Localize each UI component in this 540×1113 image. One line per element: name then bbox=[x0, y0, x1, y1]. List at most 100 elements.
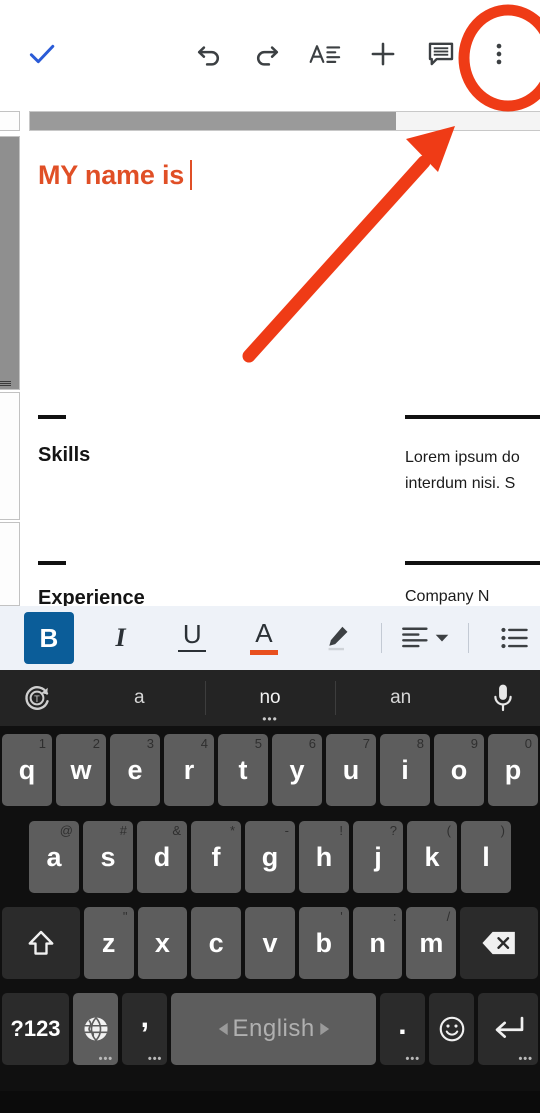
text-format-icon bbox=[309, 45, 341, 63]
horizontal-scrollbar[interactable] bbox=[0, 110, 540, 132]
key-c[interactable]: c bbox=[191, 907, 242, 979]
key-h-alt: ! bbox=[339, 823, 343, 838]
vertical-scroll-track-upper[interactable] bbox=[0, 392, 20, 520]
key-f[interactable]: * f bbox=[191, 821, 241, 893]
key-d-label: d bbox=[153, 841, 171, 872]
suggestion-item-3[interactable]: an bbox=[335, 670, 466, 726]
key-w-label: w bbox=[70, 754, 92, 785]
key-r[interactable]: 4 r bbox=[164, 734, 214, 806]
toolbar-divider-2 bbox=[467, 623, 469, 653]
key-i[interactable]: 8 i bbox=[380, 734, 430, 806]
right-body-line-3-clipped: Company N bbox=[405, 587, 540, 606]
document-canvas[interactable]: MY name is Skills Lorem ipsum do interdu… bbox=[22, 132, 540, 606]
key-u[interactable]: 7 u bbox=[326, 734, 376, 806]
key-period[interactable]: . ••• bbox=[379, 993, 426, 1065]
key-k-alt: ( bbox=[446, 823, 451, 838]
keyboard-row-1: 1 q 2 w 3 e 4 r 5 t 6 y 7 u 8 i 9 o 0 p bbox=[0, 726, 540, 814]
document-title-text[interactable]: MY name is bbox=[38, 160, 193, 191]
key-v[interactable]: v bbox=[245, 907, 295, 979]
section-heading-skills: Skills bbox=[38, 444, 91, 466]
key-o[interactable]: 9 o bbox=[434, 734, 484, 806]
suggestion-divider-right bbox=[335, 681, 337, 715]
key-enter[interactable]: ••• bbox=[478, 993, 539, 1065]
vertical-scroll-thumb[interactable] bbox=[0, 136, 20, 390]
key-l[interactable]: ) l bbox=[461, 821, 511, 893]
key-language-more-icon: ••• bbox=[98, 1053, 114, 1065]
text-color-button[interactable]: A bbox=[239, 612, 289, 664]
key-j-alt: ? bbox=[389, 823, 397, 838]
key-j[interactable]: ? j bbox=[353, 821, 403, 893]
globe-icon bbox=[84, 1017, 108, 1042]
redo-button[interactable] bbox=[238, 25, 296, 83]
key-b-label: b bbox=[315, 927, 333, 958]
key-x[interactable]: x bbox=[137, 907, 188, 979]
key-symbols[interactable]: ?123 bbox=[2, 993, 69, 1065]
key-s-alt: # bbox=[119, 823, 127, 838]
format-toolbar: B I U A bbox=[0, 606, 540, 670]
confirm-button[interactable] bbox=[0, 37, 84, 71]
key-w[interactable]: 2 w bbox=[56, 734, 106, 806]
key-e[interactable]: 3 e bbox=[110, 734, 160, 806]
suggestion-item-2[interactable]: no ••• bbox=[204, 670, 336, 726]
key-p[interactable]: 0 p bbox=[488, 734, 538, 806]
comment-button[interactable] bbox=[412, 25, 470, 83]
key-v-label: v bbox=[262, 927, 278, 958]
chevron-down-icon bbox=[436, 634, 449, 642]
key-y[interactable]: 6 y bbox=[272, 734, 322, 806]
key-enter-more-icon: ••• bbox=[518, 1053, 534, 1065]
undo-button[interactable] bbox=[180, 25, 238, 83]
space-next-arrow-icon bbox=[320, 1022, 329, 1036]
align-button[interactable] bbox=[395, 612, 455, 664]
key-s[interactable]: # s bbox=[83, 821, 133, 893]
key-s-label: s bbox=[100, 841, 116, 872]
key-g[interactable]: - g bbox=[245, 821, 295, 893]
experience-rule bbox=[38, 561, 66, 565]
key-space[interactable]: English bbox=[171, 993, 376, 1065]
key-t[interactable]: 5 t bbox=[218, 734, 268, 806]
key-comma-more-icon: ••• bbox=[147, 1053, 163, 1065]
key-comma[interactable]: , ••• bbox=[122, 993, 168, 1065]
key-d[interactable]: & d bbox=[137, 821, 187, 893]
horizontal-scroll-track[interactable] bbox=[29, 111, 540, 131]
key-b-alt: ' bbox=[340, 909, 343, 924]
key-q[interactable]: 1 q bbox=[2, 734, 52, 806]
format-button[interactable] bbox=[296, 25, 354, 83]
key-u-alt: 7 bbox=[362, 736, 370, 751]
key-m[interactable]: / m bbox=[406, 907, 457, 979]
key-b[interactable]: ' b bbox=[298, 907, 349, 979]
backspace-icon bbox=[482, 931, 515, 955]
voice-input-button[interactable] bbox=[466, 683, 540, 713]
key-shift[interactable] bbox=[2, 907, 80, 979]
suggestion-item-1[interactable]: a bbox=[74, 670, 205, 726]
system-navigation-bar bbox=[0, 1091, 540, 1113]
translate-button[interactable]: T bbox=[0, 683, 74, 713]
key-r-alt: 4 bbox=[200, 736, 208, 751]
key-language[interactable]: ••• bbox=[72, 993, 119, 1065]
right-rule-1 bbox=[405, 415, 540, 419]
key-a-label: a bbox=[46, 841, 62, 872]
key-n[interactable]: : n bbox=[352, 907, 403, 979]
key-h[interactable]: ! h bbox=[299, 821, 349, 893]
key-e-alt: 3 bbox=[146, 736, 154, 751]
horizontal-scroll-thumb[interactable] bbox=[30, 112, 396, 130]
bulleted-list-icon bbox=[501, 627, 528, 649]
section-heading-experience-clipped: Experience bbox=[38, 587, 278, 606]
key-k[interactable]: ( k bbox=[407, 821, 457, 893]
key-a[interactable]: @ a bbox=[29, 821, 79, 893]
scroll-grip-icon bbox=[0, 380, 11, 388]
bullet-list-button[interactable] bbox=[490, 612, 540, 664]
bold-button[interactable]: B bbox=[24, 612, 74, 664]
key-k-label: k bbox=[424, 841, 440, 872]
key-emoji[interactable] bbox=[429, 993, 475, 1065]
italic-button[interactable]: I bbox=[96, 612, 146, 664]
suggestion-3-text: an bbox=[390, 687, 412, 708]
key-z[interactable]: " z bbox=[83, 907, 134, 979]
more-options-button[interactable] bbox=[470, 25, 528, 83]
vertical-scrollbar[interactable] bbox=[0, 136, 22, 606]
insert-button[interactable] bbox=[354, 25, 412, 83]
underline-button[interactable]: U bbox=[167, 612, 217, 664]
highlight-button[interactable] bbox=[311, 612, 361, 664]
vertical-scroll-track-lower[interactable] bbox=[0, 522, 20, 606]
key-backspace[interactable] bbox=[460, 907, 538, 979]
key-comma-label: , bbox=[140, 1001, 149, 1034]
